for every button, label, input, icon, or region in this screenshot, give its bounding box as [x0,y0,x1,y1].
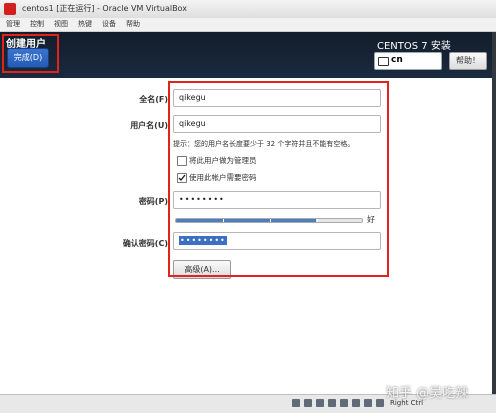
optical-drive-icon[interactable] [304,399,312,407]
virtualbox-app-icon [4,3,16,15]
shared-folder-icon[interactable] [352,399,360,407]
help-button[interactable]: 帮助！ [449,52,487,70]
mouse-integration-icon[interactable] [376,399,384,407]
keyboard-layout-indicator[interactable]: cn [374,52,442,70]
confirm-password-label: 确认密码(C) [122,239,168,248]
os-install-title: CENTOS 7 安装 [377,41,451,52]
keyboard-icon [378,57,389,66]
keyboard-layout-label: cn [391,55,403,65]
guest-screen: 创建用户 完成(D) CENTOS 7 安装 cn 帮助！ 全名(F) qike… [0,32,492,394]
password-label: 密码(P) [138,197,168,206]
host-desktop-strip [492,32,496,394]
hard-disk-icon[interactable] [292,399,300,407]
menu-item-help[interactable]: 帮助 [126,19,140,29]
fullname-label: 全名(F) [139,95,168,104]
usb-icon[interactable] [340,399,348,407]
window-titlebar: centos1 [正在运行] - Oracle VM VirtualBox [0,0,496,19]
network-icon[interactable] [328,399,336,407]
menu-item-control[interactable]: 控制 [30,19,44,29]
display-icon[interactable] [364,399,372,407]
menu-item-devices[interactable]: 设备 [102,19,116,29]
menu-bar: 管理 控制 视图 热键 设备 帮助 [0,18,496,32]
done-highlight-box [2,34,59,73]
installer-header: 创建用户 完成(D) CENTOS 7 安装 cn 帮助！ [0,32,492,78]
form-highlight-box [168,81,389,277]
username-label: 用户名(U) [130,121,168,130]
audio-icon[interactable] [316,399,324,407]
watermark-text: 知乎 @吴吃辣 [386,386,469,401]
menu-item-manage[interactable]: 管理 [6,19,20,29]
window-title: centos1 [正在运行] - Oracle VM VirtualBox [22,4,187,13]
menu-item-view[interactable]: 视图 [54,19,68,29]
menu-item-hotkey[interactable]: 热键 [78,19,92,29]
